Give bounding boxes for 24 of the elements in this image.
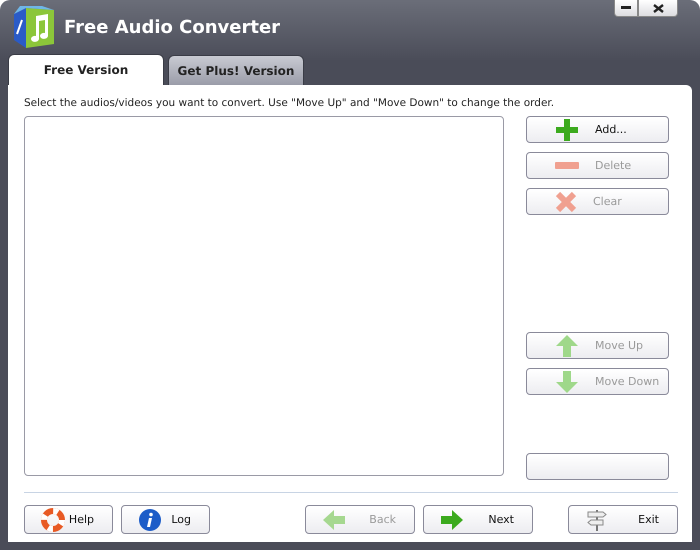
signpost-icon bbox=[585, 508, 609, 532]
down-arrow-icon bbox=[555, 370, 579, 394]
info-icon bbox=[138, 508, 162, 532]
left-arrow-icon bbox=[322, 508, 346, 530]
list-action-button[interactable] bbox=[526, 453, 669, 480]
log-button[interactable]: Log bbox=[121, 505, 210, 534]
up-arrow-icon bbox=[555, 334, 579, 358]
plus-icon bbox=[555, 118, 579, 142]
minimize-icon bbox=[621, 6, 631, 10]
help-button[interactable]: Help bbox=[24, 505, 113, 534]
close-icon bbox=[652, 4, 664, 12]
exit-button[interactable]: Exit bbox=[568, 505, 678, 534]
tab[interactable]: Get Plus! Version bbox=[168, 55, 304, 85]
close-button[interactable] bbox=[638, 0, 678, 17]
minimize-button[interactable] bbox=[614, 0, 638, 17]
instruction-text: Select the audios/videos you want to convert. Use "Move Up" and "Move Down" to change the order. bbox=[24, 97, 556, 109]
next-button[interactable]: Next bbox=[423, 505, 533, 534]
cross-icon bbox=[555, 190, 577, 212]
right-arrow-icon bbox=[440, 508, 464, 530]
window-title: Free Audio Converter bbox=[64, 16, 280, 38]
lifebuoy-icon bbox=[41, 508, 65, 532]
list-action-button[interactable]: Add... bbox=[526, 116, 669, 143]
minus-icon bbox=[555, 162, 579, 170]
tab[interactable]: Free Version bbox=[8, 54, 164, 85]
